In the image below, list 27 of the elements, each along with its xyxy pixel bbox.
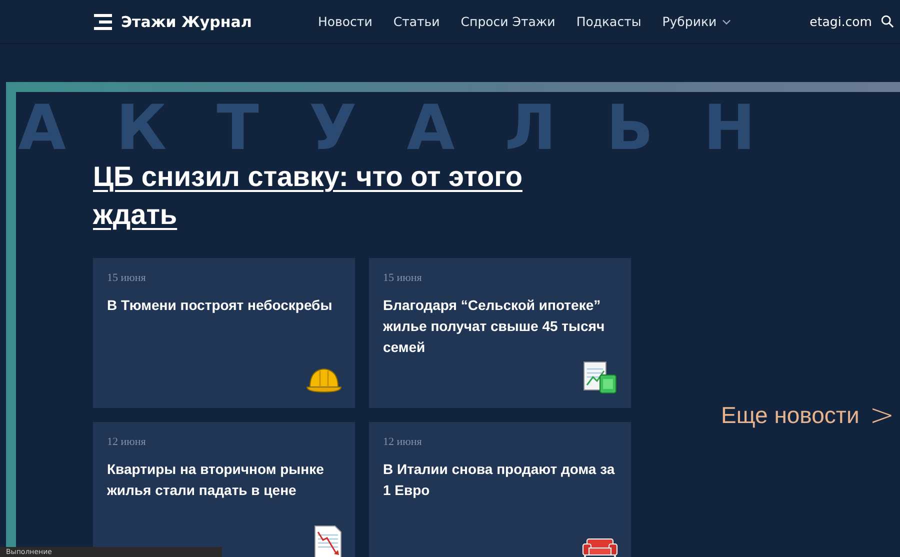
news-title: Благодаря “Сельской ипотеке” жилье получат свыше 45 тысяч семей bbox=[383, 296, 606, 357]
chart-and-money-icon bbox=[582, 361, 618, 395]
news-date: 15 июня bbox=[107, 272, 147, 284]
falling-chart-document-icon bbox=[314, 525, 342, 557]
search-icon[interactable] bbox=[881, 15, 894, 28]
news-title: Квартиры на вторичном рынке жилья стали падать в цене bbox=[107, 460, 325, 500]
news-title: В Тюмени построят небоскребы bbox=[107, 296, 334, 315]
more-news-link[interactable]: Еще новости > bbox=[721, 398, 894, 432]
logo-icon[interactable] bbox=[94, 14, 112, 30]
news-date: 15 июня bbox=[383, 272, 423, 284]
headline-link[interactable]: ЦБ снизил ставку: что от этого ждать bbox=[93, 158, 573, 234]
news-date: 12 июня bbox=[383, 436, 423, 448]
news-card[interactable]: 12 июня Квартиры на вторичном рынке жилья стали падать в цене bbox=[93, 422, 355, 557]
chevron-down-icon bbox=[722, 18, 731, 24]
news-title: В Италии снова продают дома за 1 Евро bbox=[383, 460, 616, 500]
nav-link[interactable]: Рубрики bbox=[662, 14, 731, 29]
sofa-icon bbox=[582, 537, 618, 557]
news-card[interactable]: 15 июня Благодаря “Сельской ипотеке” жилье получат свыше 45 тысяч семей bbox=[369, 258, 631, 408]
news-card[interactable]: 12 июня В Италии снова продают дома за 1 Евро bbox=[369, 422, 631, 557]
nav-link[interactable]: Спроси Этажи bbox=[460, 14, 556, 29]
nav-link[interactable]: Новости bbox=[318, 14, 372, 29]
nav-link[interactable]: Подкасты bbox=[576, 14, 642, 29]
site-logo[interactable]: Этажи Журнал bbox=[121, 12, 252, 30]
news-date: 12 июня bbox=[107, 436, 147, 448]
nav-link[interactable]: Статьи bbox=[393, 14, 440, 29]
site-link[interactable]: etagi.com bbox=[810, 14, 872, 29]
news-card[interactable]: 15 июня В Тюмени построят небоскребы bbox=[93, 258, 355, 408]
